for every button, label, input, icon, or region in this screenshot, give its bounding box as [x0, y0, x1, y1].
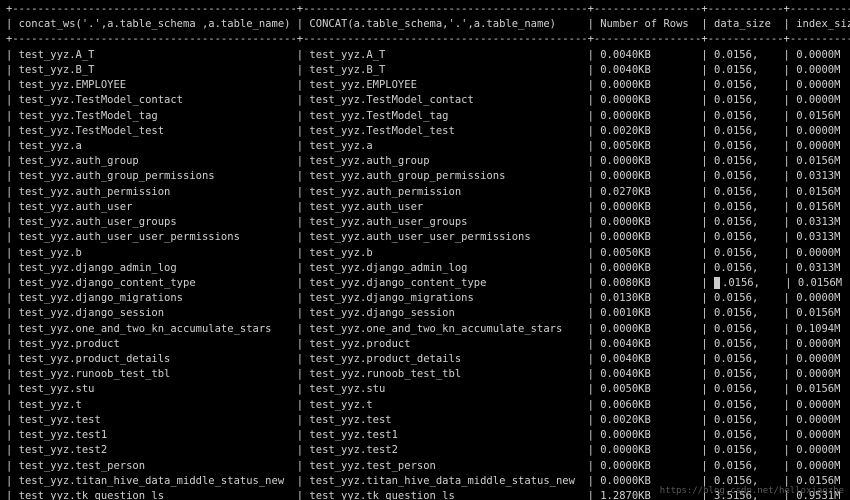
text-cursor — [714, 277, 720, 289]
table-row: | test_yyz.auth_permission | test_yyz.au… — [6, 185, 844, 200]
table-row: | test_yyz.a | test_yyz.a | 0.0050KB | 0… — [6, 139, 844, 154]
table-row: | test_yyz.TestModel_test | test_yyz.Tes… — [6, 124, 844, 139]
table-row: | test_yyz.auth_user_groups | test_yyz.a… — [6, 215, 844, 230]
table-separator: +---------------------------------------… — [6, 2, 844, 17]
table-row: | test_yyz.test_person | test_yyz.test_p… — [6, 459, 844, 474]
table-row: | test_yyz.test | test_yyz.test | 0.0020… — [6, 413, 844, 428]
table-row: | test_yyz.product_details | test_yyz.pr… — [6, 352, 844, 367]
table-row: | test_yyz.EMPLOYEE | test_yyz.EMPLOYEE … — [6, 78, 844, 93]
table-row: | test_yyz.stu | test_yyz.stu | 0.0050KB… — [6, 382, 844, 397]
watermark: https://blog.csdn.net/helloxiaozhe — [660, 485, 844, 498]
table-row: | test_yyz.b | test_yyz.b | 0.0050KB | 0… — [6, 246, 844, 261]
table-row: | test_yyz.test2 | test_yyz.test2 | 0.00… — [6, 443, 844, 458]
table-row: | test_yyz.auth_user | test_yyz.auth_use… — [6, 200, 844, 215]
table-row: | test_yyz.auth_user_user_permissions | … — [6, 230, 844, 245]
table-row: | test_yyz.auth_group | test_yyz.auth_gr… — [6, 154, 844, 169]
table-row: | test_yyz.one_and_two_kn_accumulate_sta… — [6, 322, 844, 337]
table-row: | test_yyz.t | test_yyz.t | 0.0060KB | 0… — [6, 398, 844, 413]
terminal-output: +---------------------------------------… — [0, 0, 850, 500]
table-row: | test_yyz.A_T | test_yyz.A_T | 0.0040KB… — [6, 48, 844, 63]
table-row: | test_yyz.auth_group_permissions | test… — [6, 169, 844, 184]
table-header-row: | concat_ws('.',a.table_schema ,a.table_… — [6, 17, 844, 32]
table-row: | test_yyz.django_session | test_yyz.dja… — [6, 306, 844, 321]
table-row: | test_yyz.B_T | test_yyz.B_T | 0.0040KB… — [6, 63, 844, 78]
table-row: | test_yyz.runoob_test_tbl | test_yyz.ru… — [6, 367, 844, 382]
table-row: | test_yyz.django_admin_log | test_yyz.d… — [6, 261, 844, 276]
table-row: | test_yyz.test1 | test_yyz.test1 | 0.00… — [6, 428, 844, 443]
table-separator: +---------------------------------------… — [6, 32, 844, 47]
table-row: | test_yyz.product | test_yyz.product | … — [6, 337, 844, 352]
table-row: | test_yyz.TestModel_contact | test_yyz.… — [6, 93, 844, 108]
table-row: | test_yyz.django_content_type | test_yy… — [6, 276, 844, 291]
table-row: | test_yyz.django_migrations | test_yyz.… — [6, 291, 844, 306]
table-row: | test_yyz.TestModel_tag | test_yyz.Test… — [6, 109, 844, 124]
